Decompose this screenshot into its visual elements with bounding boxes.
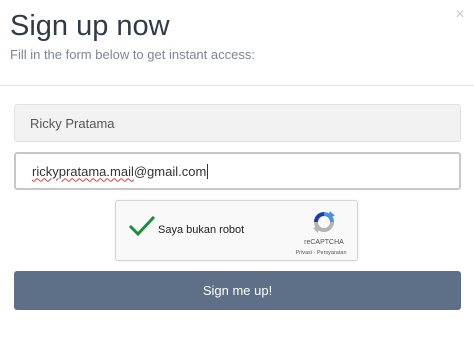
subtitle: Fill in the form below to get instant ac…	[10, 47, 255, 62]
signup-modal: Sign up now Fill in the form below to ge…	[0, 0, 474, 337]
recaptcha-widget: Saya bukan robot reCAPTCHA Privasi - Per…	[115, 200, 358, 261]
text-cursor	[207, 163, 209, 179]
close-icon[interactable]: ×	[453, 7, 467, 23]
recaptcha-logo-icon	[313, 211, 335, 233]
page-title: Sign up now	[10, 10, 170, 42]
modal-header: Sign up now Fill in the form below to ge…	[0, 0, 474, 86]
recaptcha-brand: reCAPTCHA	[304, 239, 344, 246]
name-field[interactable]	[14, 104, 461, 142]
email-value: rickypratama.mail@gmail.com	[32, 163, 207, 179]
captcha-label: Saya bukan robot	[158, 224, 245, 236]
checkmark-icon[interactable]	[129, 216, 155, 238]
email-field[interactable]: rickypratama.mail@gmail.com	[14, 152, 461, 190]
recaptcha-links[interactable]: Privasi - Persyaratan	[286, 250, 356, 257]
sign-up-button[interactable]: Sign me up!	[14, 271, 461, 310]
